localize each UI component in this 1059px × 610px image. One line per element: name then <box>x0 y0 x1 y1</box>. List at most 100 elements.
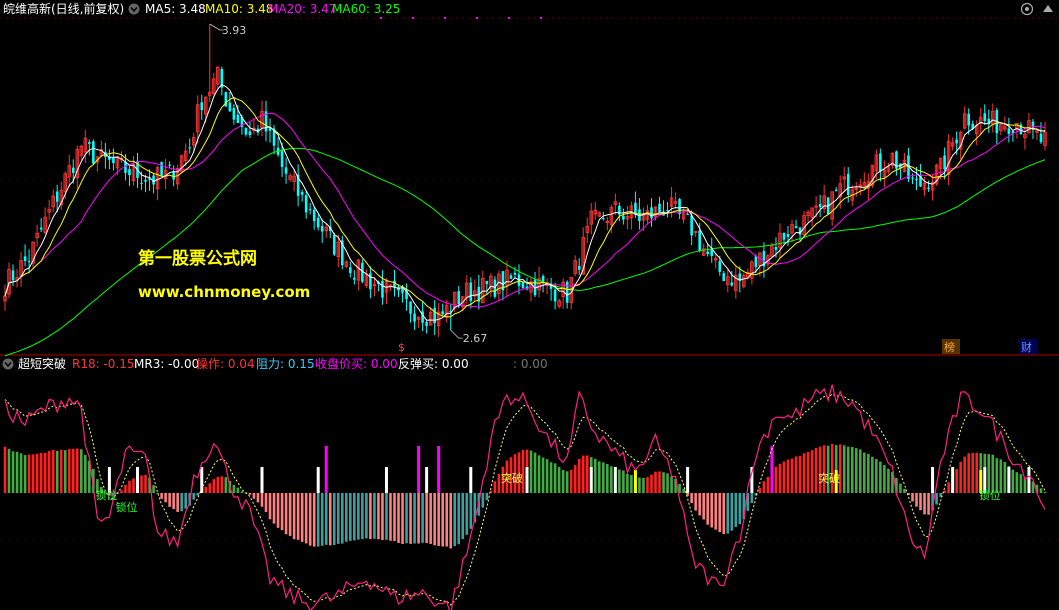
ma60-label: MA60: 3.25 <box>332 2 400 16</box>
histogram-bar <box>180 493 183 512</box>
stock-chart[interactable]: 3.932.67 锁位锁位锁位突破 突破 皖维高新(日线,前复权) MA5: 3.… <box>0 0 1059 610</box>
candle-body <box>927 187 930 189</box>
histogram-bar <box>304 493 308 544</box>
signal-bar <box>437 446 441 493</box>
top-tick <box>380 17 382 19</box>
signal-bar <box>951 467 955 493</box>
candle-body <box>308 209 312 211</box>
histogram-bar <box>923 493 926 515</box>
signal-bar <box>136 467 140 493</box>
histogram-bar <box>413 493 416 544</box>
top-tick <box>412 17 414 19</box>
histogram-bar <box>252 493 256 499</box>
histogram-bar <box>268 493 272 520</box>
histogram-bar <box>27 454 31 493</box>
signal-bar <box>316 467 320 493</box>
histogram-bar <box>1039 488 1043 493</box>
signal-bar <box>613 467 617 493</box>
histogram-bar <box>11 451 15 493</box>
histogram-bar <box>361 493 364 540</box>
candle-body <box>244 127 248 135</box>
histogram-bar <box>369 493 372 540</box>
histogram-bar <box>272 493 276 524</box>
histogram-bar <box>794 456 798 493</box>
histogram-bar <box>485 493 489 501</box>
histogram-bar <box>766 476 770 493</box>
histogram-bar <box>465 493 469 535</box>
histogram-bar <box>682 488 685 493</box>
signal-bar <box>324 446 328 493</box>
histogram-bar <box>437 493 440 546</box>
histogram-bar <box>883 464 886 493</box>
histogram-bar <box>1043 491 1047 493</box>
histogram-bar <box>602 462 605 493</box>
histogram-bar <box>312 493 316 547</box>
histogram-bar <box>204 486 208 493</box>
histogram-bar <box>646 477 649 493</box>
histogram-bar <box>152 485 155 493</box>
histogram-bar <box>830 443 834 493</box>
histogram-bar <box>47 451 51 493</box>
chart-background <box>0 0 1059 610</box>
histogram-bar <box>425 493 428 543</box>
histogram-bar <box>1015 472 1019 493</box>
candle-body <box>955 139 958 144</box>
histogram-bar <box>915 493 918 507</box>
histogram-bar <box>750 493 754 504</box>
histogram-bar <box>802 453 806 493</box>
histogram-bar <box>818 446 822 493</box>
candle-body <box>846 173 850 195</box>
histogram-bar <box>497 473 501 493</box>
histogram-bar <box>593 458 597 493</box>
histogram-bar <box>810 450 814 493</box>
candle-body <box>332 235 336 255</box>
histogram-bar <box>160 493 163 499</box>
histogram-bar <box>71 448 75 493</box>
histogram-bar <box>377 493 380 540</box>
histogram-bar <box>59 449 63 493</box>
histogram-bar <box>694 493 697 511</box>
stock-title: 皖维高新(日线,前复权) <box>3 1 124 16</box>
histogram-bar <box>690 493 693 504</box>
top-tick <box>540 17 542 19</box>
histogram-bar <box>987 454 991 493</box>
histogram-bar <box>903 488 906 493</box>
watermark-title: 第一股票公式网 <box>138 248 257 269</box>
histogram-bar <box>630 475 633 493</box>
bottom-collapse-button[interactable] <box>2 358 14 370</box>
histogram-bar <box>168 493 171 507</box>
candle-body <box>433 307 436 324</box>
histogram-bar <box>340 493 344 544</box>
watermark-url: www.chnmoney.com <box>138 283 310 301</box>
histogram-bar <box>610 466 613 493</box>
histogram-bar <box>762 481 766 493</box>
histogram-bar <box>718 493 722 533</box>
candle-body <box>602 218 605 220</box>
histogram-bar <box>176 493 179 512</box>
histogram-bar <box>405 493 408 544</box>
histogram-bar <box>541 457 545 493</box>
histogram-bar <box>561 469 565 493</box>
histogram-bar <box>919 493 922 511</box>
histogram-bar <box>220 476 224 493</box>
histogram-bar <box>79 449 83 493</box>
candle-body <box>774 246 778 250</box>
candle-body <box>706 251 710 255</box>
histogram-bar <box>959 461 962 493</box>
candle-body <box>1039 133 1043 143</box>
histogram-bar <box>666 473 669 493</box>
histogram-bar <box>858 449 862 493</box>
histogram-bar <box>449 493 453 549</box>
histogram-bar <box>63 450 67 493</box>
top-collapse-button[interactable] <box>128 3 140 15</box>
histogram-bar <box>445 493 448 547</box>
histogram-bar <box>232 484 236 493</box>
histogram-bar <box>1003 462 1007 493</box>
histogram-bar <box>734 493 738 527</box>
histogram-bar <box>43 452 47 493</box>
candle-body <box>128 169 131 176</box>
histogram-bar <box>581 455 585 493</box>
candle-body <box>284 167 288 174</box>
signal-label-suowei: 锁位 <box>95 488 117 502</box>
indicator-title: 超短突破 <box>18 356 66 371</box>
